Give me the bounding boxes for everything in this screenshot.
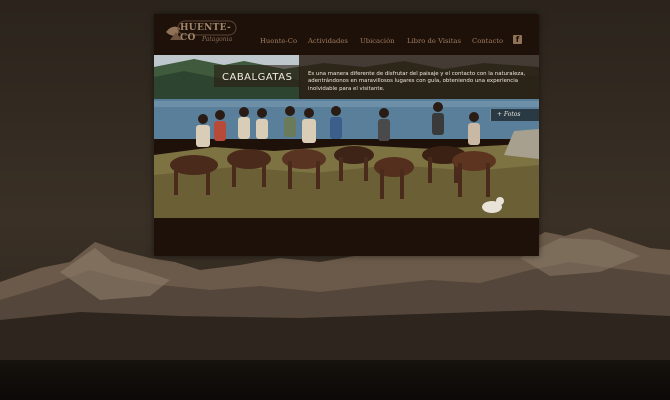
- hero-title: CABALGATAS: [222, 72, 293, 83]
- fotos-button[interactable]: + Fotos: [490, 109, 539, 121]
- nav-item-huente-co[interactable]: Huente-Co: [260, 37, 297, 45]
- fotos-button-label: + Fotos: [497, 111, 521, 118]
- logo[interactable]: HUENTE-CO Patagonia: [162, 18, 240, 50]
- logo-tagline: Patagonia: [202, 36, 233, 43]
- hero-description: Es una manera diferente de disfrutar del…: [308, 71, 526, 92]
- nav-item-actividades[interactable]: Actividades: [308, 37, 348, 45]
- site-footer: [154, 218, 539, 256]
- hero-banner: CABALGATAS Es una manera diferente de di…: [154, 55, 539, 218]
- nav-item-libro-de-visitas[interactable]: Libro de Visitas: [407, 37, 461, 45]
- nav-item-ubicacion[interactable]: Ubicación: [360, 37, 395, 45]
- nav-item-contacto[interactable]: Contacto: [472, 37, 503, 45]
- facebook-icon[interactable]: f: [513, 35, 522, 44]
- site-header: HUENTE-CO Patagonia Huente-Co Actividade…: [154, 14, 539, 55]
- site-container: HUENTE-CO Patagonia Huente-Co Actividade…: [154, 14, 539, 256]
